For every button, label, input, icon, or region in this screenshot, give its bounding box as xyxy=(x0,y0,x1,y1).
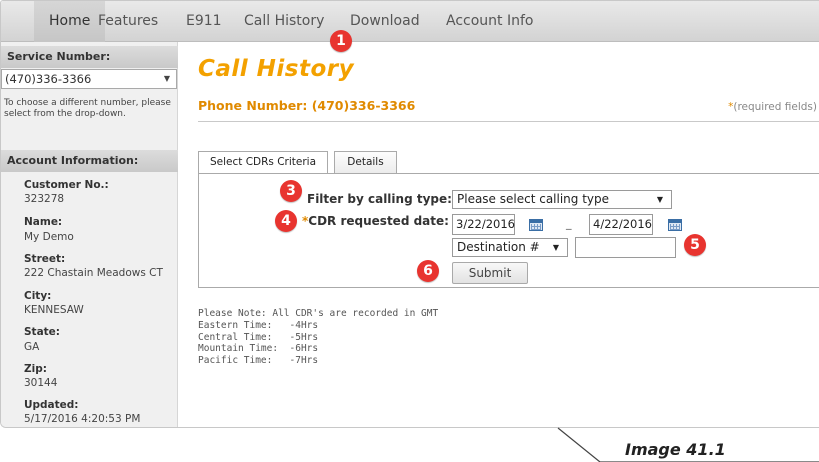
caption-tab-shape xyxy=(557,427,819,462)
image-caption: Image 41.1 xyxy=(625,440,726,459)
